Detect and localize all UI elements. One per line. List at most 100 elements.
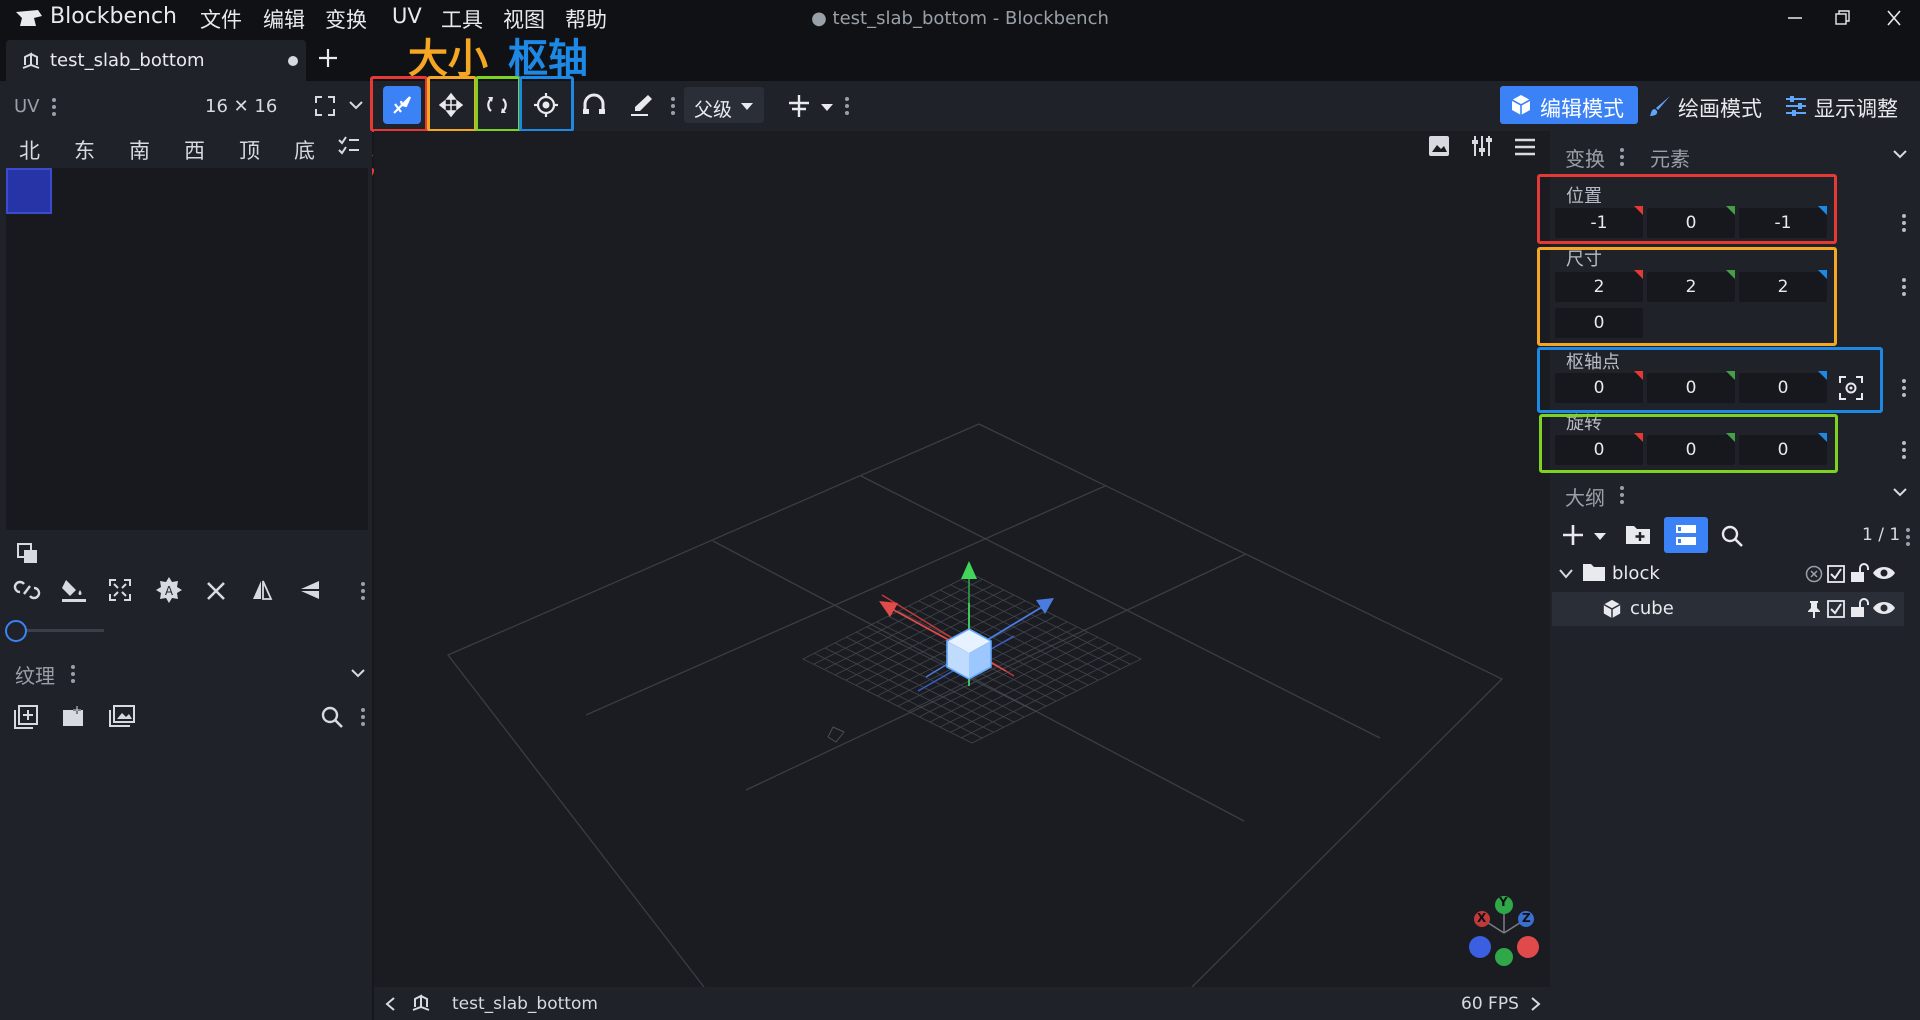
center-pivot-icon[interactable] xyxy=(1838,375,1864,401)
rotation-y-field[interactable]: 0 xyxy=(1647,435,1735,465)
mirror-y-icon[interactable] xyxy=(298,578,322,602)
uv-tools-more-icon[interactable] xyxy=(361,582,365,603)
outliner-group-row[interactable]: block xyxy=(1552,558,1904,590)
tab-transform[interactable]: 变换 xyxy=(1565,143,1605,172)
size-y-field[interactable]: 2 xyxy=(1647,272,1735,302)
transform-space-icon[interactable] xyxy=(786,93,812,119)
rotation-x-field[interactable]: 0 xyxy=(1555,435,1643,465)
uv-face-rect[interactable] xyxy=(6,168,52,214)
eye-icon[interactable] xyxy=(1872,565,1896,581)
uv-slider-track[interactable] xyxy=(24,629,104,632)
pivot-x-field[interactable]: 0 xyxy=(1555,373,1643,403)
eye-icon[interactable] xyxy=(1872,600,1896,616)
outliner-menu-dots-icon[interactable] xyxy=(1620,486,1624,507)
uv-face-down[interactable]: 底 xyxy=(294,135,315,165)
new-tab-button[interactable] xyxy=(316,46,340,70)
fill-bucket-icon[interactable] xyxy=(60,576,88,604)
tab-test-slab-bottom[interactable]: test_slab_bottom xyxy=(6,40,306,81)
copy-icon[interactable] xyxy=(16,542,40,566)
chevron-left-icon[interactable] xyxy=(384,996,396,1012)
display-mode-button[interactable]: 显示调整 xyxy=(1784,86,1918,124)
link-icon[interactable] xyxy=(12,578,42,602)
tab-label: test_slab_bottom xyxy=(50,50,205,71)
uv-face-east[interactable]: 东 xyxy=(74,135,95,165)
outliner-more-icon[interactable] xyxy=(1906,528,1910,549)
uv-face-south[interactable]: 南 xyxy=(129,135,150,165)
move-tool-button[interactable] xyxy=(383,86,421,124)
close-button[interactable] xyxy=(1879,8,1909,28)
orientation-gizmo[interactable]: Y X Z xyxy=(1464,891,1544,971)
toolbar-more-icon[interactable] xyxy=(671,97,675,118)
uv-face-north[interactable]: 北 xyxy=(19,135,40,165)
position-z-field[interactable]: -1 xyxy=(1739,208,1827,238)
textures-menu-dots-icon[interactable] xyxy=(71,665,75,686)
add-element-icon[interactable] xyxy=(1561,523,1585,547)
uv-face-up[interactable]: 顶 xyxy=(239,135,260,165)
image-icon[interactable] xyxy=(1428,135,1450,157)
unlock-icon[interactable] xyxy=(1849,563,1869,583)
import-texture-icon[interactable] xyxy=(13,704,39,730)
visibility-checkbox-icon[interactable] xyxy=(1827,565,1845,583)
size-z-field[interactable]: 2 xyxy=(1739,272,1827,302)
size-more-icon[interactable] xyxy=(1902,278,1906,299)
transform-collapse-icon[interactable] xyxy=(1892,148,1908,160)
clear-uv-icon[interactable] xyxy=(205,580,227,602)
auto-uv-icon[interactable]: A xyxy=(155,576,183,604)
pivot-z-field[interactable]: 0 xyxy=(1739,373,1827,403)
pin-icon[interactable] xyxy=(1805,599,1823,619)
restore-button[interactable] xyxy=(1827,8,1857,28)
3d-viewport[interactable]: Y X Z xyxy=(374,131,1550,987)
uv-panel-title: UV xyxy=(14,96,40,117)
vertex-snap-tool-button[interactable] xyxy=(575,86,613,124)
resize-tool-button[interactable] xyxy=(432,86,470,124)
fullscreen-icon[interactable] xyxy=(313,94,337,118)
pivot-parent-select[interactable]: 父级 xyxy=(684,87,764,123)
toolbar-more-icon-2[interactable] xyxy=(845,97,849,118)
add-group-icon[interactable] xyxy=(1624,522,1652,546)
textures-collapse-icon[interactable] xyxy=(350,667,366,679)
minimize-button[interactable] xyxy=(1780,8,1810,28)
outliner-collapse-icon[interactable] xyxy=(1892,486,1908,498)
expand-chevron-icon[interactable] xyxy=(1558,568,1574,580)
create-texture-icon[interactable] xyxy=(61,704,87,730)
unlock-icon[interactable] xyxy=(1849,598,1869,618)
edit-mode-button[interactable]: 编辑模式 xyxy=(1500,86,1638,124)
paint-mode-button[interactable]: 绘画模式 xyxy=(1648,86,1776,124)
size-x-field[interactable]: 2 xyxy=(1555,272,1643,302)
position-more-icon[interactable] xyxy=(1902,214,1906,235)
tab-element[interactable]: 元素 xyxy=(1650,143,1690,172)
transform-space-chevron-icon[interactable] xyxy=(820,103,834,113)
export-toggle-icon[interactable] xyxy=(1805,565,1823,583)
position-y-field[interactable]: 0 xyxy=(1647,208,1735,238)
rotation-more-icon[interactable] xyxy=(1902,441,1906,462)
brush-tool-button[interactable] xyxy=(622,86,660,124)
hamburger-menu-icon[interactable] xyxy=(1514,137,1536,157)
transform-menu-dots-icon[interactable] xyxy=(1620,148,1624,169)
mirror-x-icon[interactable] xyxy=(250,578,274,602)
toggle-outliner-view-button[interactable] xyxy=(1664,517,1708,553)
outliner-cube-row[interactable]: cube xyxy=(1552,592,1904,626)
uv-menu-dots-icon[interactable] xyxy=(52,98,56,119)
uv-face-west[interactable]: 西 xyxy=(184,135,205,165)
pivot-y-field[interactable]: 0 xyxy=(1647,373,1735,403)
rotate-tool-button[interactable] xyxy=(478,86,516,124)
uv-editor-canvas[interactable] xyxy=(6,168,368,530)
chevron-right-icon[interactable] xyxy=(1530,996,1542,1012)
rotation-label: 旋转 xyxy=(1566,413,1602,434)
pivot-tool-button[interactable] xyxy=(527,86,565,124)
rotation-z-field[interactable]: 0 xyxy=(1739,435,1827,465)
add-element-chevron-icon[interactable] xyxy=(1593,532,1607,542)
position-x-field[interactable]: -1 xyxy=(1555,208,1643,238)
uv-slider-handle[interactable] xyxy=(5,620,27,642)
chevron-down-icon[interactable] xyxy=(348,99,364,111)
maximize-uv-icon[interactable] xyxy=(108,578,132,602)
view-settings-icon[interactable] xyxy=(1471,134,1493,158)
texture-group-icon[interactable] xyxy=(108,704,136,730)
pivot-more-icon[interactable] xyxy=(1902,379,1906,400)
outliner-search-icon[interactable] xyxy=(1720,524,1744,548)
visibility-checkbox-icon[interactable] xyxy=(1827,600,1845,618)
search-icon[interactable] xyxy=(320,705,344,729)
textures-more-icon[interactable] xyxy=(361,708,365,729)
uv-face-list-icon[interactable] xyxy=(337,134,361,158)
inflate-field[interactable]: 0 xyxy=(1555,308,1643,338)
